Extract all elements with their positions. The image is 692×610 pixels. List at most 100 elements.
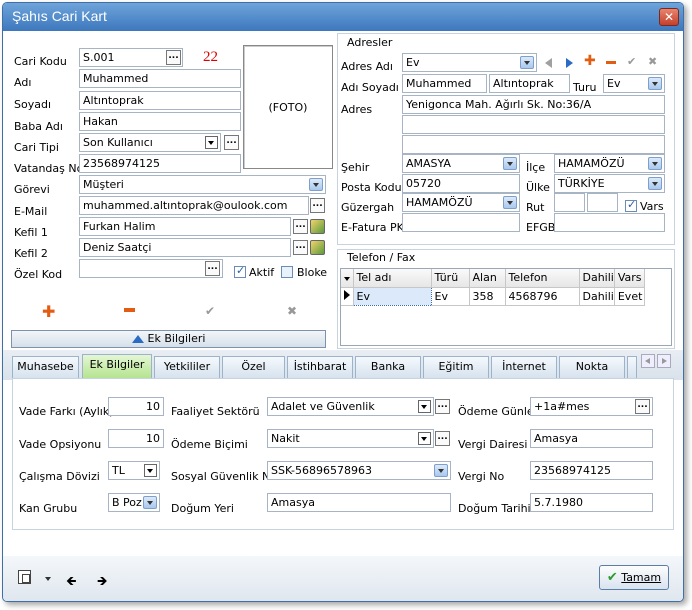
ulke-select[interactable]: TÜRKİYE bbox=[554, 174, 665, 193]
save-address-icon[interactable]: ✔ bbox=[627, 55, 636, 68]
gorevi-select[interactable]: Müşteri bbox=[79, 175, 326, 194]
tab-overflow[interactable] bbox=[627, 356, 637, 378]
table-cell[interactable]: Dahili bbox=[579, 287, 615, 306]
back-arrow-icon[interactable]: 🡸 bbox=[66, 572, 77, 594]
turu-select[interactable]: Ev bbox=[603, 74, 665, 93]
faaliyet-select[interactable]: Adalet ve Güvenlik bbox=[267, 397, 434, 416]
dogum-yeri-input[interactable]: Amasya bbox=[267, 493, 451, 512]
ozel-kod-input[interactable] bbox=[79, 259, 223, 278]
ozel-kod-lookup-button[interactable]: ... bbox=[205, 261, 220, 276]
vatandas-no-input[interactable]: 23568974125 bbox=[79, 154, 241, 173]
chevron-down-icon[interactable] bbox=[205, 136, 218, 149]
kefil1-input[interactable]: Furkan Halim bbox=[79, 217, 291, 236]
rut-input-2[interactable] bbox=[587, 193, 618, 212]
kan-grubu-select[interactable]: B Poz bbox=[108, 493, 160, 512]
prev-icon[interactable] bbox=[545, 58, 552, 68]
table-cell[interactable]: 4568796 bbox=[505, 287, 580, 306]
odeme-bicimi-select[interactable]: Nakit bbox=[267, 429, 434, 448]
calisma-dovizi-select[interactable]: TL bbox=[108, 461, 160, 480]
tab-ozel-gunler[interactable]: Özel Günler bbox=[222, 356, 285, 393]
column-header[interactable]: Telefon bbox=[505, 269, 580, 288]
chevron-down-icon[interactable] bbox=[648, 157, 662, 170]
remove-icon[interactable] bbox=[124, 308, 135, 312]
column-header[interactable]: Vars bbox=[614, 269, 645, 288]
vergi-dairesi-input[interactable]: Amasya bbox=[530, 429, 653, 448]
chevron-down-icon[interactable] bbox=[45, 577, 51, 581]
add-address-icon[interactable]: ✚ bbox=[584, 53, 596, 69]
forward-arrow-icon[interactable]: 🡺 bbox=[97, 572, 108, 594]
tab-muhasebe[interactable]: Muhasebe bbox=[12, 356, 79, 378]
bloke-checkbox[interactable] bbox=[281, 266, 293, 278]
adres-line1-input[interactable]: Yenigonca Mah. Ağırlı Sk. No:36/A bbox=[402, 95, 665, 114]
tab-scroll-left-button[interactable] bbox=[641, 354, 655, 368]
posta-kodu-input[interactable]: 05720 bbox=[402, 174, 520, 193]
vars-checkbox[interactable]: ✓ bbox=[625, 198, 637, 212]
kefil2-input[interactable]: Deniz Saatçi bbox=[79, 238, 291, 257]
user-card-icon[interactable] bbox=[310, 219, 325, 234]
email-input[interactable]: muhammed.altıntoprak@oulook.com bbox=[79, 196, 309, 215]
table-row[interactable]: Ev Ev 358 4568796 Dahili Evet bbox=[341, 286, 645, 306]
adi-input[interactable]: Muhammed bbox=[79, 69, 241, 88]
tab-banka[interactable]: Banka bbox=[355, 356, 421, 378]
chevron-down-icon[interactable] bbox=[143, 496, 157, 509]
chevron-down-icon[interactable] bbox=[503, 157, 517, 170]
vade-opsiyonu-input[interactable]: 10 bbox=[108, 429, 164, 448]
column-header[interactable]: Alan bbox=[469, 269, 506, 288]
delete-address-icon[interactable] bbox=[606, 61, 616, 64]
ek-bilgileri-button[interactable]: Ek Bilgileri bbox=[11, 330, 326, 348]
tab-egitim[interactable]: Eğitim bbox=[423, 356, 489, 378]
close-button[interactable]: ✕ bbox=[659, 8, 679, 26]
chevron-down-icon[interactable] bbox=[309, 178, 323, 191]
sehir-select[interactable]: AMASYA bbox=[402, 154, 520, 173]
table-cell[interactable]: Ev bbox=[352, 286, 432, 306]
chevron-down-icon[interactable] bbox=[434, 464, 448, 477]
photo-box[interactable]: (FOTO) bbox=[243, 45, 333, 169]
chevron-down-icon[interactable] bbox=[418, 432, 431, 445]
column-header[interactable]: Dahili bbox=[579, 269, 615, 288]
chevron-down-icon[interactable] bbox=[144, 464, 157, 477]
table-cell[interactable]: 358 bbox=[469, 287, 506, 306]
kefil2-lookup-button[interactable]: ... bbox=[293, 240, 308, 255]
kefil1-lookup-button[interactable]: ... bbox=[293, 219, 308, 234]
guzergah-select[interactable]: HAMAMÖZÜ bbox=[402, 193, 520, 212]
baba-adi-input[interactable]: Hakan bbox=[79, 112, 241, 131]
adres-soyadi-input[interactable]: Altıntoprak bbox=[489, 74, 570, 93]
adres-adi-input[interactable]: Muhammed bbox=[402, 74, 487, 93]
efgb-input[interactable] bbox=[554, 213, 665, 232]
efatura-input[interactable] bbox=[402, 213, 520, 232]
confirm-icon[interactable]: ✔ bbox=[205, 304, 215, 318]
add-icon[interactable]: ✚ bbox=[42, 302, 55, 321]
sgn-select[interactable]: SSK-56896578963 bbox=[267, 461, 451, 480]
chevron-down-icon[interactable] bbox=[503, 196, 517, 209]
tamam-button[interactable]: ✔ Tamam bbox=[599, 565, 669, 590]
table-cell[interactable]: Evet bbox=[614, 287, 645, 306]
adres-line3-input[interactable] bbox=[402, 135, 665, 154]
tab-scroll-right-button[interactable] bbox=[657, 354, 671, 368]
cari-kodu-lookup-button[interactable]: ... bbox=[166, 50, 181, 65]
vade-farki-input[interactable]: 10 bbox=[108, 397, 164, 416]
faaliyet-lookup-button[interactable]: ... bbox=[435, 399, 450, 414]
rut-input-1[interactable] bbox=[554, 193, 585, 212]
chevron-down-icon[interactable] bbox=[648, 77, 662, 90]
vergi-no-input[interactable]: 23568974125 bbox=[530, 461, 653, 480]
tab-istihbarat[interactable]: İstihbarat bbox=[287, 356, 353, 378]
soyadi-input[interactable]: Altıntoprak bbox=[79, 91, 241, 110]
cancel-icon[interactable]: ✖ bbox=[287, 304, 297, 318]
dogum-tarihi-input[interactable]: 5.7.1980 bbox=[530, 493, 653, 512]
column-header[interactable]: Tel adı bbox=[353, 269, 432, 288]
table-cell[interactable]: Ev bbox=[431, 287, 470, 306]
adres-adi-select[interactable]: Ev bbox=[402, 53, 537, 72]
chevron-down-icon[interactable] bbox=[648, 177, 662, 190]
adres-line2-input[interactable] bbox=[402, 115, 665, 134]
column-header[interactable]: Türü bbox=[431, 269, 470, 288]
tab-internet[interactable]: İnternet bbox=[491, 356, 557, 378]
odeme-bicimi-lookup-button[interactable]: ... bbox=[435, 431, 450, 446]
chevron-down-icon[interactable] bbox=[520, 56, 534, 69]
cancel-address-icon[interactable]: ✖ bbox=[648, 55, 657, 68]
user-card-icon[interactable] bbox=[310, 240, 325, 255]
tab-ek-bilgiler[interactable]: Ek Bilgiler bbox=[82, 354, 152, 378]
row-selector-dropdown-icon[interactable] bbox=[343, 277, 350, 282]
cari-tipi-lookup-button[interactable]: ... bbox=[224, 135, 239, 150]
email-lookup-button[interactable]: ... bbox=[310, 198, 325, 213]
tab-yetkililer[interactable]: Yetkililer bbox=[154, 356, 220, 378]
